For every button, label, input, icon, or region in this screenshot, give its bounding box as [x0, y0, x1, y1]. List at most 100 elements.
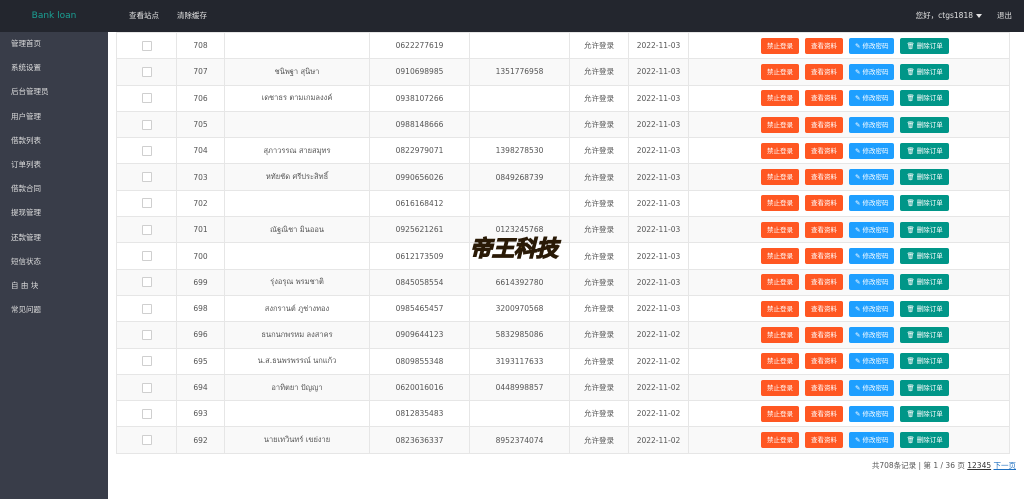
- edit-password-button[interactable]: ✎ 修改密码: [849, 116, 895, 133]
- user-menu[interactable]: 您好，ctgs1818: [916, 0, 973, 32]
- view-site-link[interactable]: 查看站点: [120, 0, 168, 32]
- ban-login-button[interactable]: 禁止登录: [761, 221, 799, 238]
- view-profile-button[interactable]: 查看资料: [805, 248, 843, 265]
- edit-password-button[interactable]: ✎ 修改密码: [849, 432, 895, 449]
- sidebar-item-repayments[interactable]: 还款管理: [0, 226, 108, 250]
- row-checkbox[interactable]: [141, 329, 152, 340]
- ban-login-button[interactable]: 禁止登录: [761, 116, 799, 133]
- ban-login-button[interactable]: 禁止登录: [761, 326, 799, 343]
- sidebar-item-admins[interactable]: 后台管理员: [0, 80, 108, 104]
- sidebar-item-orders[interactable]: 订单列表: [0, 153, 108, 177]
- logout-link[interactable]: 退出: [997, 0, 1012, 32]
- ban-login-button[interactable]: 禁止登录: [761, 195, 799, 212]
- ban-login-button[interactable]: 禁止登录: [761, 142, 799, 159]
- sidebar-item-sms-status[interactable]: 短信状态: [0, 250, 108, 274]
- view-profile-button[interactable]: 查看资料: [805, 353, 843, 370]
- ban-login-button[interactable]: 禁止登录: [761, 379, 799, 396]
- delete-order-button[interactable]: 🗑 删除订单: [900, 169, 949, 186]
- delete-order-button[interactable]: 🗑 删除订单: [900, 379, 949, 396]
- edit-password-button[interactable]: ✎ 修改密码: [849, 379, 895, 396]
- delete-order-button[interactable]: 🗑 删除订单: [900, 432, 949, 449]
- view-profile-button[interactable]: 查看资料: [805, 90, 843, 107]
- edit-password-button[interactable]: ✎ 修改密码: [849, 90, 895, 107]
- view-profile-button[interactable]: 查看资料: [805, 221, 843, 238]
- edit-password-button[interactable]: ✎ 修改密码: [849, 195, 895, 212]
- delete-order-button[interactable]: 🗑 删除订单: [900, 300, 949, 317]
- view-profile-button[interactable]: 查看资料: [805, 142, 843, 159]
- ban-login-button[interactable]: 禁止登录: [761, 169, 799, 186]
- delete-order-button[interactable]: 🗑 删除订单: [900, 90, 949, 107]
- delete-order-button[interactable]: 🗑 删除订单: [900, 221, 949, 238]
- view-profile-button[interactable]: 查看资料: [805, 37, 843, 54]
- row-checkbox[interactable]: [141, 40, 152, 51]
- edit-password-button[interactable]: ✎ 修改密码: [849, 63, 895, 80]
- edit-password-button[interactable]: ✎ 修改密码: [849, 405, 895, 422]
- chevron-down-icon[interactable]: [976, 14, 982, 18]
- edit-password-button[interactable]: ✎ 修改密码: [849, 248, 895, 265]
- row-checkbox[interactable]: [141, 435, 152, 446]
- row-checkbox[interactable]: [141, 66, 152, 77]
- row-checkbox[interactable]: [141, 224, 152, 235]
- edit-password-button[interactable]: ✎ 修改密码: [849, 326, 895, 343]
- view-profile-button[interactable]: 查看资料: [805, 195, 843, 212]
- sidebar-item-home[interactable]: 管理首页: [0, 32, 108, 56]
- row-checkbox[interactable]: [141, 382, 152, 393]
- view-profile-button[interactable]: 查看资料: [805, 326, 843, 343]
- sidebar-item-withdrawals[interactable]: 提现管理: [0, 201, 108, 225]
- ban-login-button[interactable]: 禁止登录: [761, 300, 799, 317]
- sidebar-item-users[interactable]: 用户管理: [0, 105, 108, 129]
- view-profile-button[interactable]: 查看资料: [805, 274, 843, 291]
- delete-order-button[interactable]: 🗑 删除订单: [900, 142, 949, 159]
- edit-password-button[interactable]: ✎ 修改密码: [849, 37, 895, 54]
- delete-order-button[interactable]: 🗑 删除订单: [900, 37, 949, 54]
- ban-login-button[interactable]: 禁止登录: [761, 274, 799, 291]
- row-checkbox[interactable]: [141, 277, 152, 288]
- ban-login-button[interactable]: 禁止登录: [761, 432, 799, 449]
- row-checkbox[interactable]: [141, 172, 152, 183]
- row-checkbox[interactable]: [141, 198, 152, 209]
- row-checkbox[interactable]: [141, 119, 152, 130]
- edit-password-button[interactable]: ✎ 修改密码: [849, 353, 895, 370]
- edit-password-button[interactable]: ✎ 修改密码: [849, 142, 895, 159]
- delete-order-button[interactable]: 🗑 删除订单: [900, 63, 949, 80]
- edit-password-button[interactable]: ✎ 修改密码: [849, 169, 895, 186]
- ban-login-button[interactable]: 禁止登录: [761, 37, 799, 54]
- delete-order-button[interactable]: 🗑 删除订单: [900, 248, 949, 265]
- ban-login-button[interactable]: 禁止登录: [761, 63, 799, 80]
- row-checkbox[interactable]: [141, 93, 152, 104]
- delete-order-button[interactable]: 🗑 删除订单: [900, 116, 949, 133]
- sidebar-item-loans[interactable]: 借款列表: [0, 129, 108, 153]
- ban-login-button[interactable]: 禁止登录: [761, 90, 799, 107]
- ban-login-button[interactable]: 禁止登录: [761, 405, 799, 422]
- sidebar-item-system-settings[interactable]: 系统设置: [0, 56, 108, 80]
- sidebar-item-free-block[interactable]: 自 由 块: [0, 274, 108, 298]
- row-checkbox[interactable]: [141, 356, 152, 367]
- row-checkbox[interactable]: [141, 408, 152, 419]
- pager-next[interactable]: 下一页: [994, 461, 1017, 470]
- view-profile-button[interactable]: 查看资料: [805, 405, 843, 422]
- delete-order-button[interactable]: 🗑 删除订单: [900, 326, 949, 343]
- view-profile-button[interactable]: 查看资料: [805, 300, 843, 317]
- delete-order-button[interactable]: 🗑 删除订单: [900, 405, 949, 422]
- sidebar-item-contracts[interactable]: 借款合同: [0, 177, 108, 201]
- edit-password-button[interactable]: ✎ 修改密码: [849, 221, 895, 238]
- sidebar-item-faq[interactable]: 常见问题: [0, 298, 108, 322]
- ban-login-button[interactable]: 禁止登录: [761, 248, 799, 265]
- view-profile-button[interactable]: 查看资料: [805, 63, 843, 80]
- row-checkbox[interactable]: [141, 251, 152, 262]
- view-profile-button[interactable]: 查看资料: [805, 116, 843, 133]
- ban-login-button[interactable]: 禁止登录: [761, 353, 799, 370]
- delete-order-button[interactable]: 🗑 删除订单: [900, 274, 949, 291]
- delete-order-button[interactable]: 🗑 删除订单: [900, 353, 949, 370]
- edit-password-button[interactable]: ✎ 修改密码: [849, 274, 895, 291]
- logo[interactable]: Bank loan: [0, 0, 108, 32]
- row-checkbox[interactable]: [141, 303, 152, 314]
- view-profile-button[interactable]: 查看资料: [805, 432, 843, 449]
- delete-order-button[interactable]: 🗑 删除订单: [900, 195, 949, 212]
- pager-pages[interactable]: 12345: [967, 461, 991, 470]
- row-checkbox[interactable]: [141, 145, 152, 156]
- clear-cache-link[interactable]: 清除缓存: [168, 0, 216, 32]
- view-profile-button[interactable]: 查看资料: [805, 379, 843, 396]
- view-profile-button[interactable]: 查看资料: [805, 169, 843, 186]
- edit-password-button[interactable]: ✎ 修改密码: [849, 300, 895, 317]
